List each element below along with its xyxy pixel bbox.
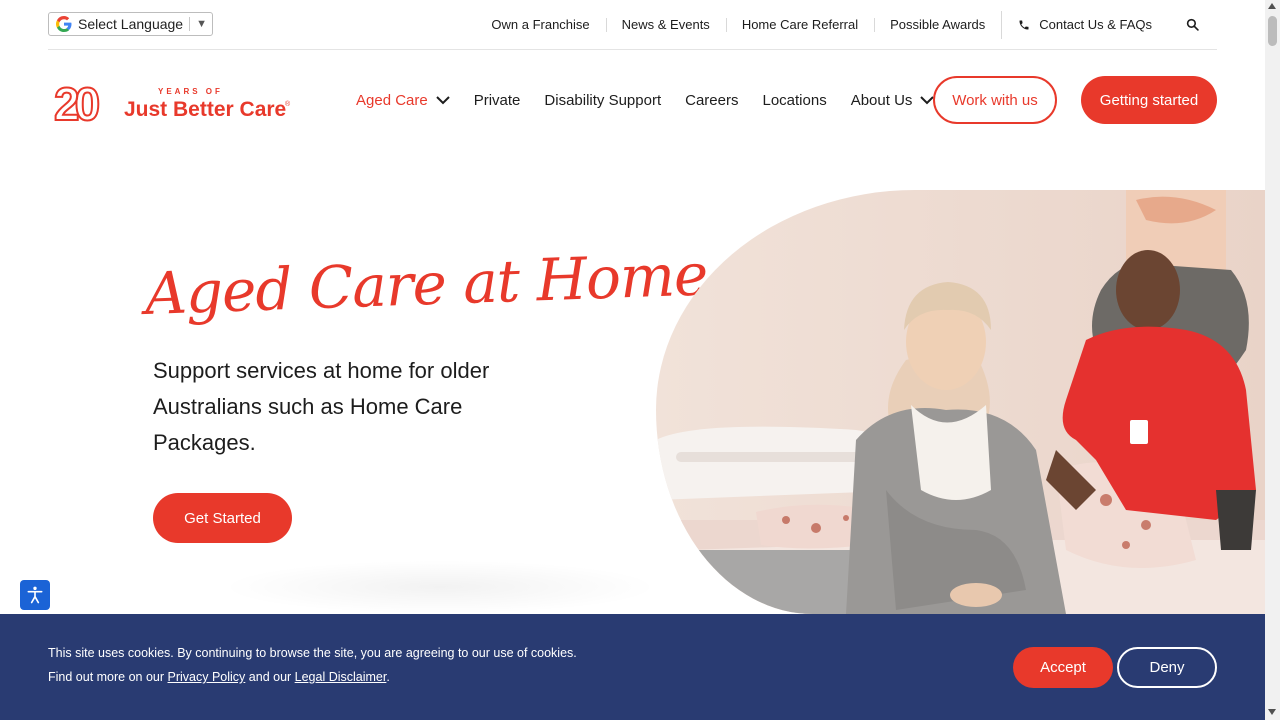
nav-careers[interactable]: Careers	[685, 92, 738, 109]
cookie-line-2-prefix: Find out more on our	[48, 670, 168, 684]
logo-number: 20	[54, 80, 99, 124]
getting-started-button[interactable]: Getting started	[1081, 76, 1217, 124]
deny-cookies-button[interactable]: Deny	[1117, 647, 1217, 688]
link-contact-us[interactable]: Contact Us & FAQs	[1001, 10, 1152, 39]
logo-brand: Just Better Care	[124, 98, 286, 121]
cookie-text: This site uses cookies. By continuing to…	[48, 641, 577, 689]
link-possible-awards[interactable]: Possible Awards	[874, 17, 1001, 32]
cookie-line-1: This site uses cookies. By continuing to…	[48, 646, 577, 660]
link-home-care-referral[interactable]: Home Care Referral	[725, 17, 874, 32]
chevron-down-icon	[436, 95, 450, 104]
logo[interactable]: 20 YEARS OF Just Better Care ®	[54, 80, 294, 124]
dropdown-arrow-icon: ▼	[196, 18, 207, 30]
hero-title: Aged Care at Home	[143, 240, 709, 328]
scroll-down-arrow-icon[interactable]	[1268, 709, 1276, 715]
contact-label: Contact Us & FAQs	[1039, 17, 1152, 32]
nav-private[interactable]: Private	[474, 92, 521, 109]
scroll-thumb[interactable]	[1268, 16, 1277, 46]
get-started-button[interactable]: Get Started	[153, 493, 292, 543]
nav-disability-support[interactable]: Disability Support	[544, 92, 661, 109]
nav-about-us-label: About Us	[850, 91, 913, 109]
scroll-up-arrow-icon[interactable]	[1268, 3, 1276, 9]
utility-bar: Select Language ▼ Own a Franchise News &…	[48, 0, 1217, 50]
accessibility-button[interactable]	[20, 580, 50, 610]
cookie-line-2: Find out more on our Privacy Policy and …	[48, 665, 577, 689]
nav-about-us[interactable]: About Us	[851, 92, 935, 109]
hero-description: Support services at home for older Austr…	[153, 358, 490, 455]
nav-aged-care[interactable]: Aged Care	[356, 92, 450, 109]
hero-image	[656, 190, 1266, 614]
language-select[interactable]: Select Language ▼	[48, 12, 213, 36]
cookie-banner: This site uses cookies. By continuing to…	[0, 614, 1265, 720]
accept-cookies-button[interactable]: Accept	[1013, 647, 1113, 688]
utility-links: Own a Franchise News & Events Home Care …	[475, 0, 1217, 49]
search-button[interactable]	[1186, 18, 1199, 31]
scrollbar[interactable]	[1265, 0, 1280, 720]
nav-locations[interactable]: Locations	[762, 92, 826, 109]
nav-aged-care-label: Aged Care	[356, 91, 428, 109]
phone-icon	[1019, 20, 1029, 29]
main-nav: Aged Care Private Disability Support Car…	[356, 76, 958, 124]
logo-registered-mark: ®	[285, 100, 291, 108]
cookie-line-2-suffix: .	[386, 670, 390, 684]
accessibility-icon	[27, 586, 43, 604]
language-label: Select Language	[78, 16, 184, 32]
logo-tagline: YEARS OF	[158, 87, 223, 96]
work-with-us-button[interactable]: Work with us	[933, 76, 1057, 124]
cookie-line-2-mid: and our	[245, 670, 295, 684]
privacy-policy-link[interactable]: Privacy Policy	[168, 670, 246, 684]
link-own-a-franchise[interactable]: Own a Franchise	[475, 17, 605, 32]
language-separator	[189, 17, 191, 31]
link-news-events[interactable]: News & Events	[605, 17, 726, 32]
search-icon	[1186, 18, 1199, 31]
legal-disclaimer-link[interactable]: Legal Disclaimer	[295, 670, 387, 684]
google-g-icon	[56, 16, 72, 32]
hero-shadow	[220, 560, 660, 614]
